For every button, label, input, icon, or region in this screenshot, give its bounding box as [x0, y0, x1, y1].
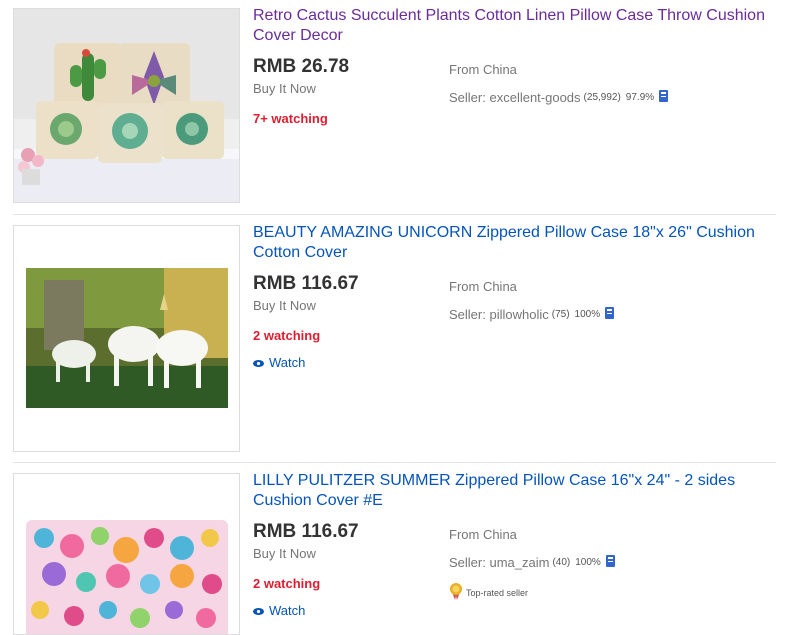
eye-icon: [253, 355, 264, 370]
seller-name: excellent-goods: [489, 90, 581, 105]
listing-price: RMB 116.67: [253, 521, 359, 542]
feedback-book-icon: [659, 90, 669, 105]
seller-feedback-percent: 97.9%: [625, 92, 655, 103]
listing-divider: [13, 462, 776, 463]
listing-image[interactable]: [13, 225, 240, 452]
buying-format: Buy It Now: [253, 546, 316, 561]
listing-divider: [13, 214, 776, 215]
seller-info: Seller: excellent-goods (25,992) 97.9%: [449, 90, 669, 105]
buying-format: Buy It Now: [253, 298, 316, 313]
seller-label: Seller:: [449, 555, 486, 570]
eye-icon: [253, 603, 264, 618]
feedback-book-icon: [605, 307, 615, 322]
seller-name: pillowholic: [489, 307, 549, 322]
pillow-front-row: [36, 101, 224, 163]
top-rated-medal-icon: [449, 583, 463, 602]
listing-title-link[interactable]: BEAUTY AMAZING UNICORN Zippered Pillow C…: [253, 223, 773, 263]
watch-button[interactable]: Watch: [253, 603, 305, 618]
unicorn-pillow-photo-icon: [14, 226, 239, 451]
seller-feedback-percent: 100%: [574, 309, 601, 320]
seller-label: Seller:: [449, 307, 486, 322]
watch-count: 2 watching: [253, 328, 321, 343]
top-rated-badge: Top-rated seller: [449, 583, 528, 602]
listing-title-link[interactable]: Retro Cactus Succulent Plants Cotton Lin…: [253, 6, 773, 46]
buying-format: Buy It Now: [253, 81, 316, 96]
listing-title-link[interactable]: LILLY PULITZER SUMMER Zippered Pillow Ca…: [253, 471, 773, 511]
seller-feedback-count: (75): [551, 309, 570, 320]
watch-count: 7+ watching: [253, 111, 328, 126]
listing-image[interactable]: [13, 8, 240, 203]
item-location: From China: [449, 279, 517, 294]
item-location: From China: [449, 62, 517, 77]
seller-label: Seller:: [449, 90, 486, 105]
top-rated-label: Top-rated seller: [466, 587, 529, 598]
seller-name: uma_zaim: [489, 555, 550, 570]
seller-info: Seller: pillowholic (75) 100%: [449, 307, 615, 322]
coral-pattern-pillow-photo-icon: [14, 474, 239, 634]
watch-count: 2 watching: [253, 576, 321, 591]
feedback-book-icon: [605, 555, 615, 570]
watch-button[interactable]: Watch: [253, 355, 305, 370]
listing-image[interactable]: [13, 473, 240, 635]
seller-feedback-count: (25,992): [583, 92, 621, 103]
seller-feedback-count: (40): [552, 557, 571, 568]
cactus-pillows-photo-icon: [14, 9, 239, 202]
watch-label: Watch: [269, 603, 306, 618]
listing-price: RMB 26.78: [253, 56, 350, 77]
listing-price: RMB 116.67: [253, 273, 359, 294]
item-location: From China: [449, 527, 517, 542]
seller-info: Seller: uma_zaim (40) 100%: [449, 555, 615, 570]
seller-feedback-percent: 100%: [575, 557, 601, 568]
watch-label: Watch: [269, 355, 306, 370]
pillow-back-left: [54, 43, 122, 109]
